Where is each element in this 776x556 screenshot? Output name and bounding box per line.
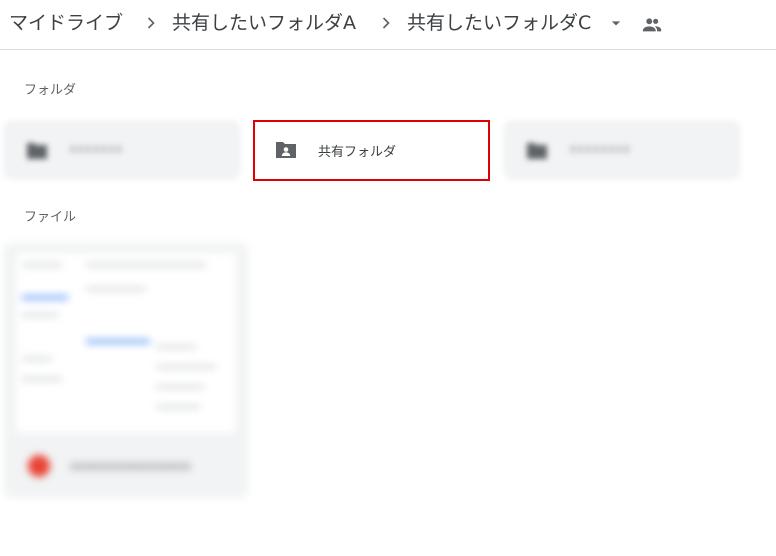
folder-name: 共有フォルダ [318, 145, 397, 160]
chevron-right-icon [382, 17, 390, 29]
folder-name: xxxxxxxx [569, 142, 631, 157]
top-bar: マイドライブ 共有したいフォルダA 共有したいフォルダC [0, 0, 776, 50]
folder-card[interactable]: xxxxxxxx [504, 121, 740, 179]
breadcrumb-my-drive[interactable]: マイドライブ [9, 10, 123, 36]
breadcrumb-folder-a[interactable]: 共有したいフォルダA [172, 10, 356, 36]
folder-name: xxxxxxx [69, 142, 123, 157]
shared-folder-icon [276, 142, 296, 158]
chevron-right-icon [147, 17, 155, 29]
people-icon[interactable] [641, 14, 663, 36]
folder-icon [527, 143, 547, 159]
file-thumbnail [16, 253, 236, 433]
folders-section-label: フォルダ [24, 83, 77, 98]
folder-card[interactable]: xxxxxxx [4, 121, 240, 179]
caret-down-icon[interactable] [606, 13, 626, 33]
breadcrumb-folder-c[interactable]: 共有したいフォルダC [407, 10, 591, 36]
file-name: xxxxxxxxxxxxxxxxx [70, 459, 191, 473]
file-card[interactable]: xxxxxxxxxxxxxxxxx [4, 243, 248, 498]
pdf-icon [28, 455, 50, 477]
folder-icon [27, 143, 47, 159]
shared-folder-card[interactable]: 共有フォルダ [254, 121, 490, 179]
files-section-label: ファイル [24, 210, 77, 225]
